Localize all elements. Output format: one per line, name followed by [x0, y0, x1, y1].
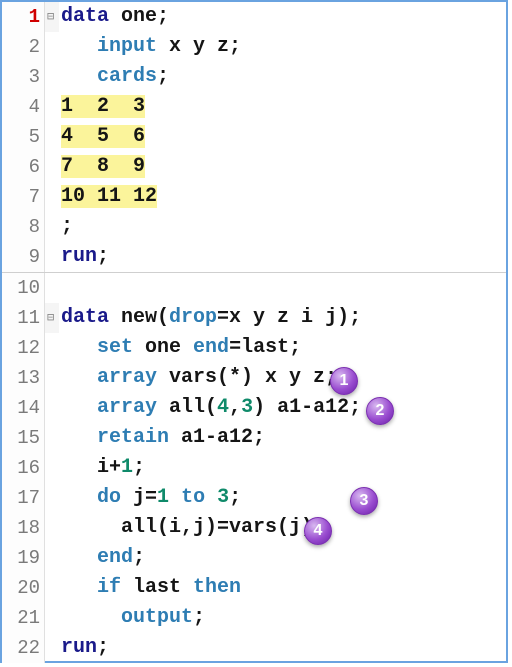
line-number: 6 [2, 152, 45, 182]
line-number: 12 [2, 333, 45, 363]
code-line[interactable]: 19 end; [2, 543, 506, 573]
line-number: 3 [2, 62, 45, 92]
line-number: 14 [2, 393, 45, 423]
line-number: 19 [2, 543, 45, 573]
code-content[interactable]: 1 2 3 [59, 92, 145, 122]
code-content[interactable]: cards; [59, 62, 169, 92]
code-line[interactable]: 1⊟data one; [2, 2, 506, 32]
code-content[interactable]: ; [59, 212, 73, 242]
code-line[interactable]: 12 set one end=last; [2, 333, 506, 363]
line-number: 4 [2, 92, 45, 122]
code-line[interactable]: 13 array vars(*) x y z; [2, 363, 506, 393]
code-content[interactable]: retain a1-a12; [59, 423, 265, 453]
callout-badge: 2 [366, 397, 394, 425]
code-line[interactable]: 22 run; [2, 633, 506, 663]
code-content[interactable]: run; [59, 633, 109, 663]
code-content[interactable]: data one; [59, 2, 169, 32]
code-line[interactable]: 16 i+1; [2, 453, 506, 483]
code-content[interactable]: 4 5 6 [59, 122, 145, 152]
code-line[interactable]: 21 output; [2, 603, 506, 633]
line-number: 13 [2, 363, 45, 393]
callout-badge: 3 [350, 487, 378, 515]
code-line[interactable]: 3 cards; [2, 62, 506, 92]
callout-badge: 1 [330, 367, 358, 395]
line-number: 2 [2, 32, 45, 62]
line-number: 8 [2, 212, 45, 242]
line-number: 16 [2, 453, 45, 483]
line-number: 11 [2, 303, 45, 333]
code-line[interactable]: 11⊟data new(drop=x y z i j); [2, 303, 506, 333]
code-line[interactable]: 7 10 11 12 [2, 182, 506, 212]
code-content[interactable]: i+1; [59, 453, 145, 483]
callout-badge: 4 [304, 517, 332, 545]
code-line[interactable]: 20 if last then [2, 573, 506, 603]
fold-toggle[interactable]: ⊟ [45, 303, 59, 333]
line-number: 21 [2, 603, 45, 633]
code-line[interactable]: 4 1 2 3 [2, 92, 506, 122]
code-line[interactable]: 14 array all(4,3) a1-a12; [2, 393, 506, 423]
code-content[interactable]: do j=1 to 3; [59, 483, 241, 513]
code-content[interactable]: run; [59, 242, 109, 272]
line-number: 15 [2, 423, 45, 453]
line-number: 1 [2, 2, 45, 32]
code-line[interactable]: 6 7 8 9 [2, 152, 506, 182]
line-number: 5 [2, 122, 45, 152]
code-content[interactable]: 10 11 12 [59, 182, 157, 212]
line-number: 9 [2, 242, 45, 272]
code-content[interactable]: all(i,j)=vars(j); [59, 513, 325, 543]
code-line[interactable]: 10 [2, 273, 506, 303]
code-line[interactable]: 17 do j=1 to 3; [2, 483, 506, 513]
code-line[interactable]: 2 input x y z; [2, 32, 506, 62]
code-editor[interactable]: 1⊟data one;2 input x y z;3 cards;41 2 35… [2, 2, 506, 663]
code-line[interactable]: 9 run; [2, 242, 506, 273]
line-number: 18 [2, 513, 45, 543]
code-content[interactable]: input x y z; [59, 32, 241, 62]
line-number: 17 [2, 483, 45, 513]
code-line[interactable]: 18 all(i,j)=vars(j); [2, 513, 506, 543]
code-content[interactable]: array all(4,3) a1-a12; [59, 393, 361, 423]
code-line[interactable]: 5 4 5 6 [2, 122, 506, 152]
line-number: 20 [2, 573, 45, 603]
code-line[interactable]: 8; [2, 212, 506, 242]
line-number: 7 [2, 182, 45, 212]
code-content[interactable]: if last then [59, 573, 241, 603]
line-number: 10 [2, 273, 45, 303]
code-content[interactable]: end; [59, 543, 145, 573]
code-content[interactable]: data new(drop=x y z i j); [59, 303, 361, 333]
code-content[interactable]: array vars(*) x y z; [59, 363, 337, 393]
code-line[interactable]: 15 retain a1-a12; [2, 423, 506, 453]
line-number: 22 [2, 633, 45, 663]
code-content[interactable]: output; [59, 603, 205, 633]
code-content[interactable]: set one end=last; [59, 333, 301, 363]
code-content[interactable]: 7 8 9 [59, 152, 145, 182]
fold-toggle[interactable]: ⊟ [45, 2, 59, 32]
